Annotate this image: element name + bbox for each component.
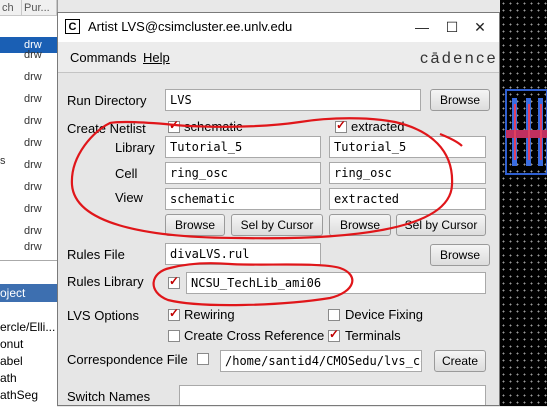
extracted-browse-button[interactable]: Browse xyxy=(329,214,391,236)
rewiring-checkbox[interactable] xyxy=(168,306,180,321)
list-item[interactable]: ath xyxy=(0,369,57,387)
rewiring-label: Rewiring xyxy=(184,307,235,322)
schematic-checkbox-label: schematic xyxy=(184,119,243,134)
terminals-label: Terminals xyxy=(345,328,401,343)
table-cell[interactable]: drw xyxy=(24,176,42,198)
object-list: oject ercle/Elli... onut abel ath athSeg xyxy=(0,260,57,407)
schematic-library-field[interactable]: Tutorial_5 xyxy=(165,136,321,158)
switch-names-label: Switch Names xyxy=(67,389,151,404)
rules-file-field[interactable]: divaLVS.rul xyxy=(165,243,321,265)
table-cell[interactable]: drw xyxy=(24,236,42,258)
correspondence-create-button[interactable]: Create xyxy=(434,350,486,372)
menu-bar: Commands Help cādence xyxy=(58,42,499,73)
extracted-library-field[interactable]: Tutorial_5 xyxy=(329,136,486,158)
extracted-view-field[interactable]: extracted xyxy=(329,188,486,210)
maximize-button[interactable]: ☐ xyxy=(442,17,462,37)
extracted-checkbox[interactable] xyxy=(335,118,347,133)
rules-file-label: Rules File xyxy=(67,247,125,262)
table-cell[interactable]: drw xyxy=(24,132,42,154)
layout-canvas[interactable] xyxy=(500,0,547,406)
extracted-checkbox-label: extracted xyxy=(351,119,405,134)
correspondence-file-field[interactable]: /home/santid4/CMOSedu/lvs_co xyxy=(220,350,422,372)
menu-commands[interactable]: Commands xyxy=(70,50,136,65)
rules-file-browse-button[interactable]: Browse xyxy=(430,244,490,266)
terminals-checkbox[interactable] xyxy=(328,327,340,342)
run-directory-field[interactable]: LVS xyxy=(165,89,421,111)
cadence-logo: cādence xyxy=(420,50,498,67)
list-item[interactable]: abel xyxy=(0,352,57,370)
list-item[interactable]: ercle/Elli... xyxy=(0,318,57,336)
column-header-name[interactable]: ch xyxy=(0,0,22,16)
list-item[interactable]: oject xyxy=(0,284,57,302)
correspondence-file-label: Correspondence File xyxy=(67,352,188,367)
rules-library-label: Rules Library xyxy=(67,274,144,289)
switch-names-field[interactable] xyxy=(179,385,486,405)
cadence-app-icon: C xyxy=(65,19,80,34)
view-label: View xyxy=(115,190,143,205)
list-item[interactable]: athSeg xyxy=(0,386,57,404)
table-cell[interactable]: drw xyxy=(24,110,42,132)
run-directory-browse-button[interactable]: Browse xyxy=(430,89,490,111)
table-cell[interactable]: drw xyxy=(24,66,42,88)
table-cell[interactable]: drw xyxy=(24,44,42,66)
minimize-button[interactable]: — xyxy=(412,17,432,37)
window-title: Artist LVS@csimcluster.ee.unlv.edu xyxy=(88,19,293,34)
close-button[interactable]: ✕ xyxy=(470,17,490,37)
schematic-view-field[interactable]: schematic xyxy=(165,188,321,210)
create-cross-reference-label: Create Cross Reference xyxy=(184,328,325,343)
column-header-purpose[interactable]: Pur... xyxy=(22,0,57,16)
table-cell[interactable]: drw xyxy=(24,198,42,220)
device-fixing-label: Device Fixing xyxy=(345,307,424,322)
create-netlist-label: Create Netlist xyxy=(67,121,146,136)
schematic-checkbox[interactable] xyxy=(168,118,180,133)
table-cell[interactable]: s xyxy=(0,150,6,172)
cell-label: Cell xyxy=(115,166,138,181)
device-fixing-checkbox[interactable] xyxy=(328,309,340,321)
correspondence-file-checkbox[interactable] xyxy=(197,353,209,365)
run-directory-label: Run Directory xyxy=(67,93,147,108)
create-cross-reference-checkbox[interactable] xyxy=(168,330,180,342)
schematic-cell-field[interactable]: ring_osc xyxy=(165,162,321,184)
schematic-browse-button[interactable]: Browse xyxy=(165,214,225,236)
extracted-sel-by-cursor-button[interactable]: Sel by Cursor xyxy=(396,214,486,236)
schematic-sel-by-cursor-button[interactable]: Sel by Cursor xyxy=(231,214,323,236)
layout-geometry xyxy=(505,89,547,175)
rules-library-field[interactable]: NCSU_TechLib_ami06 xyxy=(186,272,486,294)
menu-help[interactable]: Help xyxy=(143,50,170,65)
title-bar[interactable]: C Artist LVS@csimcluster.ee.unlv.edu — ☐… xyxy=(58,13,499,42)
extracted-cell-field[interactable]: ring_osc xyxy=(329,162,486,184)
library-label: Library xyxy=(115,140,155,155)
rules-library-checkbox[interactable] xyxy=(168,274,180,289)
table-cell[interactable]: drw xyxy=(24,88,42,110)
artist-lvs-dialog: C Artist LVS@csimcluster.ee.unlv.edu — ☐… xyxy=(57,12,500,406)
list-item[interactable]: onut xyxy=(0,335,57,353)
table-cell[interactable]: drw xyxy=(24,154,42,176)
lvs-options-label: LVS Options xyxy=(67,308,140,323)
